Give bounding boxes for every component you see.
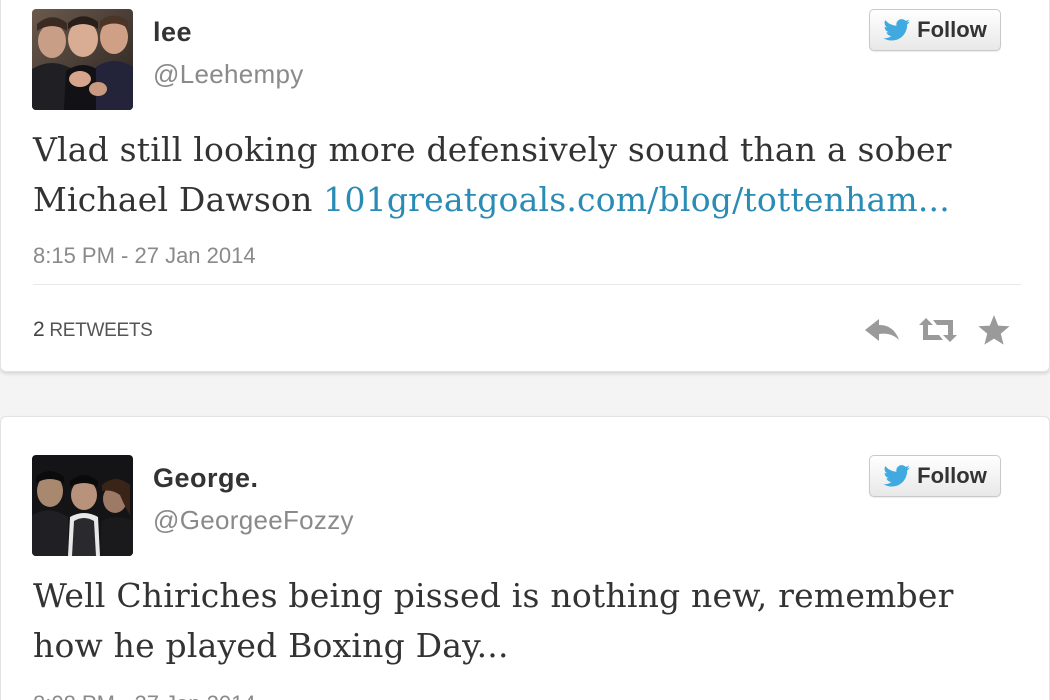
tweet-actions	[861, 313, 1015, 347]
screen-name[interactable]: @GeorgeeFozzy	[153, 505, 354, 536]
follow-button[interactable]: Follow	[869, 9, 1001, 51]
tweet-text-body: Well Chiriches being pissed is nothing n…	[33, 576, 954, 665]
twitter-bird-icon	[883, 19, 910, 41]
display-name[interactable]: lee	[153, 17, 192, 48]
reply-icon[interactable]	[861, 313, 903, 347]
tweet-text: Well Chiriches being pissed is nothing n…	[33, 571, 1013, 671]
twitter-bird-icon	[883, 465, 910, 487]
follow-button[interactable]: Follow	[869, 455, 1001, 497]
retweet-count-number: 2	[33, 318, 45, 341]
star-icon[interactable]	[973, 313, 1015, 347]
screen-name[interactable]: @Leehempy	[153, 59, 304, 90]
timestamp[interactable]: 8:08 PM - 27 Jan 2014	[33, 691, 256, 700]
avatar-photo	[32, 455, 133, 556]
avatar-photo	[32, 9, 133, 110]
tweet-link[interactable]: 101greatgoals.com/blog/tottenham...	[323, 180, 950, 219]
tweet-card: George. @GeorgeeFozzy Follow Well Chiric…	[0, 416, 1050, 700]
retweet-count-label: RETWEETS	[49, 320, 153, 341]
tweet-card: lee @Leehempy Follow Vlad still looking …	[0, 0, 1050, 372]
avatar[interactable]	[32, 455, 133, 556]
timeline: lee @Leehempy Follow Vlad still looking …	[0, 0, 1050, 700]
follow-label: Follow	[917, 17, 987, 42]
display-name[interactable]: George.	[153, 463, 259, 494]
follow-label: Follow	[917, 463, 987, 488]
tweet-text: Vlad still looking more defensively soun…	[33, 125, 1013, 225]
divider	[33, 284, 1021, 285]
avatar[interactable]	[32, 9, 133, 110]
retweet-icon[interactable]	[917, 313, 959, 347]
retweet-count[interactable]: 2 RETWEETS	[33, 318, 153, 342]
timestamp[interactable]: 8:15 PM - 27 Jan 2014	[33, 243, 256, 269]
